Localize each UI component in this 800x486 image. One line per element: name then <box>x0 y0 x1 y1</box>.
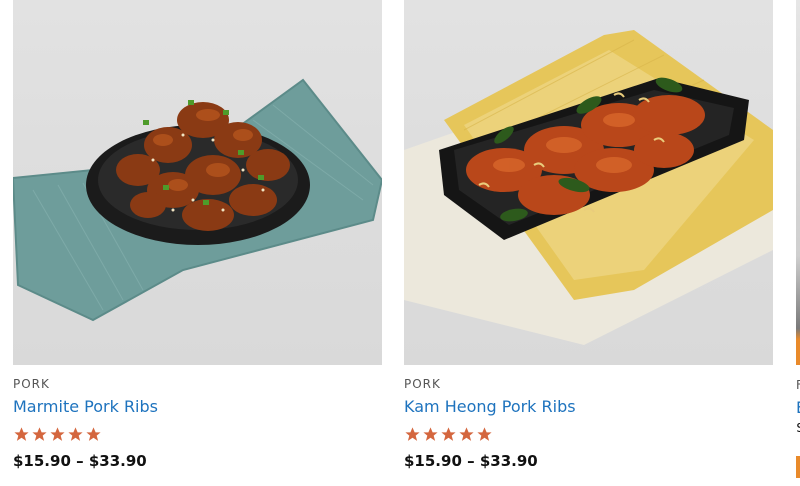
star-icon <box>86 427 101 441</box>
star-icon <box>32 427 47 441</box>
product-title-link-partial[interactable]: E <box>796 398 800 417</box>
product-price-partial: $ <box>796 420 800 436</box>
star-icon <box>405 427 420 441</box>
product-category: PORK <box>404 377 441 391</box>
product-image-kam-heong-pork-ribs[interactable] <box>404 0 773 365</box>
product-category-partial: F <box>796 378 800 392</box>
star-icon <box>459 427 474 441</box>
star-icon <box>441 427 456 441</box>
star-icon <box>423 427 438 441</box>
product-card: PORK Marmite Pork Ribs $15.90 – $33.90 <box>13 0 382 470</box>
product-price: $15.90 – $33.90 <box>404 452 538 470</box>
product-image-marmite-pork-ribs[interactable] <box>13 0 382 365</box>
add-to-cart-button-partial[interactable] <box>796 456 800 478</box>
product-title-link[interactable]: Marmite Pork Ribs <box>13 397 158 416</box>
product-title-link[interactable]: Kam Heong Pork Ribs <box>404 397 576 416</box>
product-price: $15.90 – $33.90 <box>13 452 147 470</box>
rating-stars <box>404 426 773 444</box>
rating-stars <box>13 426 382 444</box>
product-category: PORK <box>13 377 50 391</box>
food-photo-illustration <box>404 30 773 345</box>
star-icon <box>50 427 65 441</box>
food-photo-illustration <box>13 78 382 322</box>
star-icon <box>68 427 83 441</box>
product-grid: PORK Marmite Pork Ribs $15.90 – $33.90 P… <box>0 0 800 486</box>
star-icon <box>477 427 492 441</box>
product-image-partial[interactable] <box>796 0 800 365</box>
star-icon <box>14 427 29 441</box>
product-card: PORK Kam Heong Pork Ribs $15.90 – $33.90 <box>404 0 773 470</box>
